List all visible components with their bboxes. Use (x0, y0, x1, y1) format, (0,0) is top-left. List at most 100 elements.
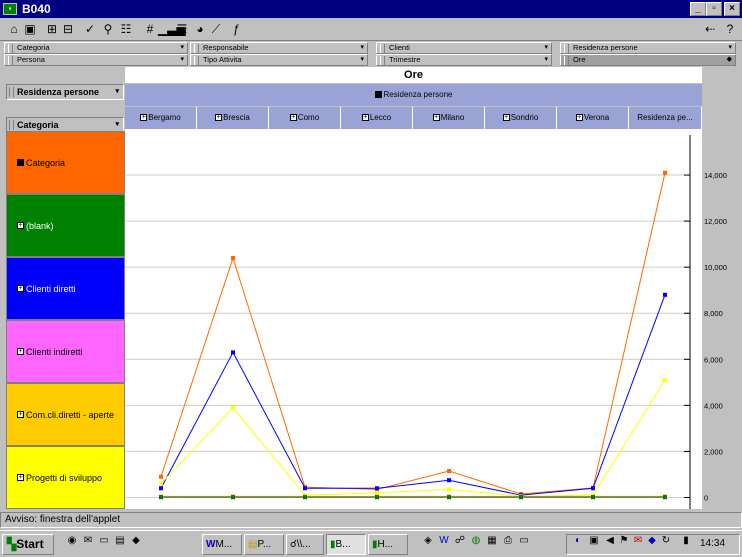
home-icon[interactable]: ⌂ (6, 21, 22, 37)
series-line (160, 294, 666, 496)
data-point (231, 350, 235, 355)
category-progetti-sviluppo[interactable]: + Progetti di sviluppo (6, 446, 125, 509)
expand-icon: + (17, 285, 24, 292)
exit-icon[interactable]: ⇠ (702, 21, 718, 37)
task-network[interactable]: ☌\\... (286, 534, 324, 555)
dimension-responsabile[interactable]: Responsabile ▾ (190, 42, 368, 54)
printer-icon[interactable]: ⎙ (502, 535, 514, 547)
app-icon[interactable]: ▪ (3, 3, 17, 15)
tree-icon[interactable]: ☷ (118, 21, 134, 37)
category-com-cli-diretti[interactable]: + Com.cli.diretti - aperte (6, 383, 125, 446)
windows-logo-icon: ▚ (7, 537, 17, 551)
grid-icon[interactable]: ▦ (486, 535, 498, 547)
outlook-icon[interactable]: ✉ (82, 535, 94, 547)
line-chart-icon[interactable]: ⟋ (208, 21, 224, 37)
zoom-icon[interactable]: ⚲ (100, 21, 116, 37)
y-tick-label: 4,000 (704, 401, 723, 410)
data-point (159, 486, 163, 491)
pie-chart-icon[interactable]: ◕ (192, 21, 208, 37)
horizontal-bar-icon[interactable]: ☰ (174, 21, 190, 37)
data-point (231, 495, 235, 500)
quicklaunch-icon[interactable]: ◆ (130, 535, 142, 547)
display-tray-icon[interactable]: ▣ (588, 535, 600, 547)
dimension-tipo-attivita[interactable]: Tipo Attivita ▾ (190, 54, 368, 66)
collapse-icon[interactable]: ⊟ (60, 21, 76, 37)
y-tick-label: 8,000 (704, 309, 723, 318)
data-point (447, 495, 451, 500)
network-icon: ☌ (290, 539, 297, 550)
expand-icon: + (361, 114, 369, 122)
task-b040[interactable]: ▮B... (326, 534, 366, 555)
data-point (375, 490, 379, 495)
status-bar: Avviso: finestra dell'applet (0, 512, 742, 528)
start-button[interactable]: ▚Start (2, 534, 54, 555)
tray-app-icon[interactable]: ◈ (422, 535, 434, 547)
expand-icon: + (575, 114, 583, 122)
maximize-button[interactable]: ▫ (706, 2, 722, 16)
security-tray-icon[interactable]: ⚑ (618, 535, 630, 547)
expand-icon: + (289, 114, 297, 122)
task-word[interactable]: WM... (202, 534, 242, 555)
expand-icon: + (502, 114, 510, 122)
expand-icon[interactable]: ⊞ (44, 21, 60, 37)
number-format-icon[interactable]: # (142, 21, 158, 37)
folder-icon[interactable]: ▤ (114, 535, 126, 547)
data-point (663, 495, 667, 500)
city-sondrio[interactable]: + Sondrio (485, 107, 557, 129)
shield-tray-icon[interactable]: ◆ (646, 535, 658, 547)
city-total[interactable]: Residenza pe... (629, 107, 702, 129)
category-clienti-indiretti[interactable]: + Clienti indiretti (6, 320, 125, 383)
y-tick-label: 0 (704, 493, 708, 502)
bar-chart-icon[interactable]: ▁▃▅ (158, 21, 186, 37)
mail-tray-icon[interactable]: ✉ (632, 535, 644, 547)
city-bergamo[interactable]: + Bergamo (125, 107, 197, 129)
task-folder[interactable]: ▤P... (244, 534, 284, 555)
task-h[interactable]: ▮H... (368, 534, 408, 555)
data-point (159, 495, 163, 500)
help-icon[interactable]: ? (722, 21, 738, 37)
minimize-button[interactable]: _ (690, 2, 706, 16)
measure-title: Ore (125, 67, 702, 84)
monitor-icon[interactable]: ▭ (518, 535, 530, 547)
city-milano[interactable]: + Milano (413, 107, 485, 129)
close-button[interactable]: × (724, 2, 740, 16)
globe-icon[interactable]: ◍ (470, 535, 482, 547)
dimension-categoria[interactable]: Categoria ▾ (4, 42, 188, 54)
function-icon[interactable]: ƒ (228, 21, 244, 37)
category-clienti-diretti[interactable]: + Clienti diretti (6, 257, 125, 320)
city-brescia[interactable]: + Brescia (197, 107, 269, 129)
desktop-icon[interactable]: ▭ (98, 535, 110, 547)
line-chart: 0 2,000 4,000 6,000 8,000 10,000 12,000 14,000 (125, 135, 727, 509)
volume-icon[interactable]: ◀ (604, 535, 616, 547)
dimension-clienti[interactable]: Clienti ▾ (376, 42, 552, 54)
column-dimension-header[interactable]: Residenza persone (125, 84, 702, 106)
y-tick-label: 6,000 (704, 355, 723, 364)
network-tray-icon[interactable]: ◐ (572, 535, 584, 547)
data-point (447, 478, 451, 483)
word-icon[interactable]: W (438, 535, 450, 547)
collapse-icon (374, 91, 382, 99)
battery-icon[interactable]: ▮ (680, 535, 692, 547)
data-point (231, 405, 235, 410)
city-lecco[interactable]: + Lecco (341, 107, 413, 129)
network-icon[interactable]: ☍ (454, 535, 466, 547)
category-header[interactable]: Categoria (6, 131, 125, 194)
check-icon[interactable]: ✓ (82, 21, 98, 37)
sync-tray-icon[interactable]: ↻ (660, 535, 672, 547)
save-icon[interactable]: ▣ (22, 21, 38, 37)
category-blank[interactable]: + (blank) (6, 194, 125, 257)
city-verona[interactable]: + Verona (557, 107, 629, 129)
dimension-residenza-persone[interactable]: Residenza persone ▾ (560, 42, 736, 54)
collapse-icon (17, 159, 24, 166)
dimension-persona[interactable]: Persona ▾ (4, 54, 188, 66)
data-point (663, 378, 667, 383)
browser-icon[interactable]: ◉ (66, 535, 78, 547)
dimension-ore[interactable]: Ore ◆ (560, 54, 736, 66)
status-text: Avviso: finestra dell'applet (5, 514, 121, 525)
row-dimension-selector[interactable]: Residenza persone ▾ (6, 84, 124, 100)
series-line (160, 379, 666, 497)
chart-area: 0 2,000 4,000 6,000 8,000 10,000 12,000 14,000 (125, 129, 727, 509)
y-tick-label: 2,000 (704, 447, 723, 456)
dimension-trimestre[interactable]: Trimestre ▾ (376, 54, 552, 66)
city-como[interactable]: + Como (269, 107, 341, 129)
